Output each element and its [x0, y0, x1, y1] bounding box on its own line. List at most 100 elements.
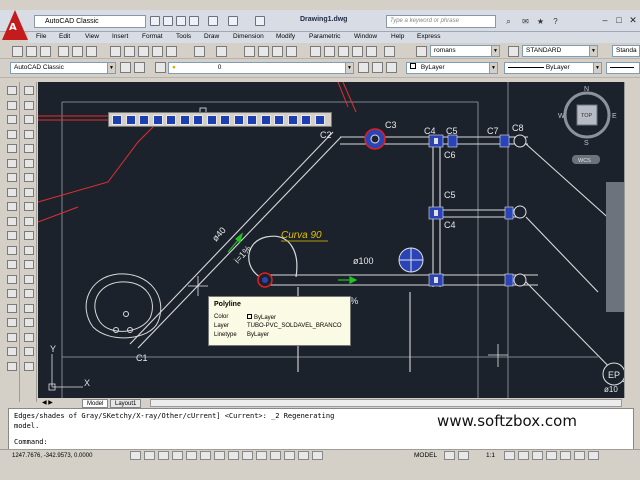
make-block-icon[interactable]: [7, 260, 17, 269]
arc-icon[interactable]: [7, 158, 17, 168]
layer-previous-icon[interactable]: [372, 62, 383, 73]
tab-layout1[interactable]: Layout1: [110, 399, 142, 408]
tab-nav-icon[interactable]: ◀ ▶: [42, 399, 53, 406]
multiline-text-icon[interactable]: [7, 347, 17, 356]
isolate-objects-icon[interactable]: [574, 451, 585, 460]
tool-icon-10[interactable]: [233, 115, 244, 125]
circle-icon[interactable]: [7, 173, 17, 182]
grid-toggle-icon[interactable]: [144, 451, 155, 460]
workspace-selector[interactable]: AutoCAD Classic: [34, 15, 146, 28]
stretch-icon[interactable]: [24, 202, 34, 211]
chamfer-icon[interactable]: [24, 289, 34, 298]
spline-icon[interactable]: [7, 202, 17, 211]
tab-model[interactable]: Model: [82, 399, 109, 408]
text-style-icon[interactable]: [416, 46, 427, 57]
menu-window[interactable]: Window: [354, 33, 377, 40]
layer-state-icon[interactable]: [386, 62, 397, 73]
draw-order-icon[interactable]: [24, 361, 34, 371]
close-icon[interactable]: ✕: [626, 13, 640, 27]
layer-combo[interactable]: ● 0 ▼: [168, 62, 354, 74]
transparency-toggle-icon[interactable]: [270, 451, 281, 460]
offset-icon[interactable]: [24, 129, 34, 139]
extend-icon[interactable]: [24, 231, 34, 240]
menu-help[interactable]: Help: [391, 33, 404, 40]
plot-preview-icon[interactable]: [72, 46, 83, 57]
line-icon[interactable]: [7, 86, 17, 95]
polyline-icon[interactable]: [7, 115, 17, 124]
calculator-icon[interactable]: [384, 46, 395, 57]
menu-parametric[interactable]: Parametric: [309, 33, 340, 40]
lock-icon[interactable]: [546, 451, 557, 460]
drawing-canvas[interactable]: Y X C1 C2 C3 C4 C5 C6 C7 C8 C5 C4 EP ø10…: [37, 81, 626, 398]
plot-icon[interactable]: [255, 16, 265, 26]
tool-icon-2[interactable]: [125, 115, 136, 125]
selection-cycling-toggle-icon[interactable]: [298, 451, 309, 460]
tool-icon-14[interactable]: [287, 115, 298, 125]
insert-block-icon[interactable]: [7, 245, 17, 255]
tool-icon-3[interactable]: [139, 115, 149, 125]
quick-properties-toggle-icon[interactable]: [284, 451, 295, 460]
menu-format[interactable]: Format: [142, 33, 163, 40]
zoom-previous-icon[interactable]: [286, 46, 297, 57]
erase-icon[interactable]: [24, 86, 34, 95]
move-icon[interactable]: [24, 158, 34, 168]
favorites-icon[interactable]: ★: [535, 16, 546, 27]
workspace-switching-icon[interactable]: [532, 451, 543, 460]
dyn-toggle-icon[interactable]: [242, 451, 253, 460]
tool-icon-9[interactable]: [220, 115, 230, 125]
tool-icon-11[interactable]: [247, 115, 257, 125]
tool-icon-13[interactable]: [274, 115, 284, 125]
new-file-icon[interactable]: [150, 16, 160, 26]
tool-icon-5[interactable]: [166, 115, 176, 125]
block-editor-icon[interactable]: [166, 46, 177, 57]
menu-view[interactable]: View: [85, 33, 99, 40]
redo-icon[interactable]: [216, 46, 227, 57]
pan-icon[interactable]: [244, 46, 255, 57]
region-icon[interactable]: [7, 318, 17, 327]
menu-express[interactable]: Express: [417, 33, 440, 40]
construction-line-icon[interactable]: [7, 100, 17, 110]
workspace-combo[interactable]: AutoCAD Classic ▼: [10, 62, 116, 74]
dim-style-combo[interactable]: STANDARD ▼: [522, 45, 598, 57]
publish-icon[interactable]: [86, 46, 97, 57]
annotation-monitor-toggle-icon[interactable]: [312, 451, 323, 460]
design-center-icon[interactable]: [324, 46, 335, 57]
point-icon[interactable]: [7, 274, 17, 284]
polygon-icon[interactable]: [7, 129, 17, 139]
tool-palettes-icon[interactable]: [338, 46, 349, 57]
binoculars-icon[interactable]: ⌕: [503, 16, 514, 27]
rectangle-icon[interactable]: [7, 144, 17, 153]
osnap-toggle-icon[interactable]: [186, 451, 197, 460]
help-icon[interactable]: ?: [550, 16, 561, 27]
make-current-icon[interactable]: [358, 62, 369, 73]
workspace-settings-icon[interactable]: [120, 62, 131, 73]
workspace-icon[interactable]: [134, 62, 145, 73]
dim-style-icon[interactable]: [508, 46, 519, 57]
save-icon[interactable]: [40, 46, 51, 57]
explode-icon[interactable]: [24, 318, 34, 327]
hatch-icon[interactable]: [7, 289, 17, 298]
undo-icon[interactable]: [208, 16, 218, 26]
clean-screen-icon[interactable]: [588, 451, 599, 460]
trim-icon[interactable]: [24, 216, 34, 226]
qnew-icon[interactable]: [12, 46, 23, 57]
polar-toggle-icon[interactable]: [172, 451, 183, 460]
drawing-svg[interactable]: Y X C1 C2 C3 C4 C5 C6 C7 C8 C5 C4 EP ø10…: [37, 81, 626, 398]
undo-icon[interactable]: [194, 46, 205, 57]
break-at-point-icon[interactable]: [24, 245, 34, 255]
tool-icon-12[interactable]: [260, 115, 271, 125]
array-icon[interactable]: [24, 144, 34, 153]
auto-scale-icon[interactable]: [518, 451, 529, 460]
menu-dimension[interactable]: Dimension: [233, 33, 264, 40]
color-combo[interactable]: ByLayer ▼: [406, 62, 498, 74]
communication-icon[interactable]: ✉: [520, 16, 531, 27]
quick-view-drawings-icon[interactable]: [458, 451, 469, 460]
save-file-icon[interactable]: [176, 16, 186, 26]
open-file-icon[interactable]: [163, 16, 173, 26]
save-as-icon[interactable]: [189, 16, 199, 26]
menu-insert[interactable]: Insert: [112, 33, 128, 40]
hardware-acceleration-icon[interactable]: [560, 451, 571, 460]
snap-toggle-icon[interactable]: [130, 451, 141, 460]
layer-properties-icon[interactable]: [155, 62, 166, 73]
copy-icon[interactable]: [124, 46, 135, 57]
